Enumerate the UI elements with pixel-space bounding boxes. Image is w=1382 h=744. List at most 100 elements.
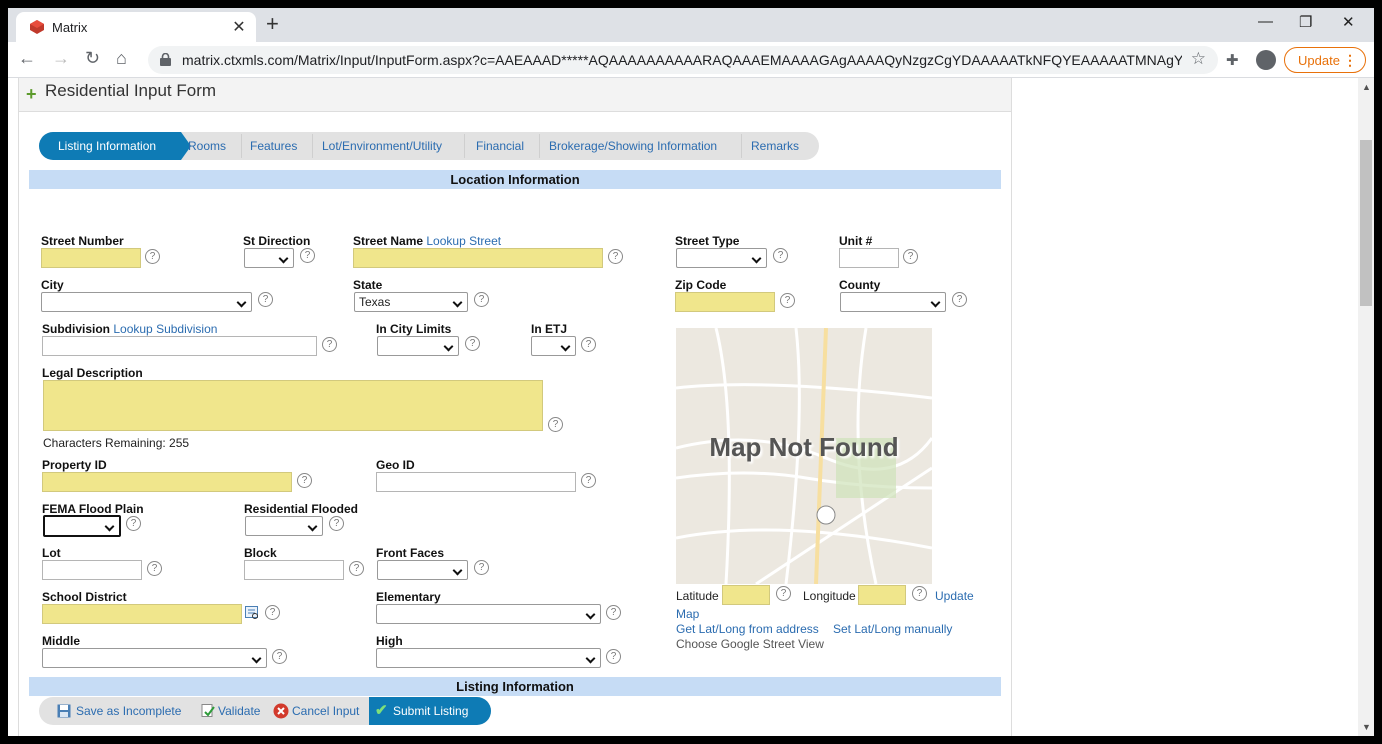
plus-icon: + [26,84,37,104]
county-select[interactable] [840,292,946,312]
map-placeholder: Map Not Found [676,328,932,584]
help-icon[interactable]: ? [903,249,918,264]
help-icon[interactable]: ? [329,516,344,531]
high-select[interactable] [376,648,601,668]
help-icon[interactable]: ? [145,249,160,264]
street-name-input[interactable] [353,248,603,268]
help-icon[interactable]: ? [474,560,489,575]
help-icon[interactable]: ? [265,605,280,620]
minimize-button[interactable]: — [1258,13,1273,30]
url-bar[interactable]: matrix.ctxmls.com/Matrix/Input/InputForm… [148,46,1218,74]
get-latlong-link[interactable]: Get Lat/Long from address [676,622,819,636]
restore-button[interactable]: ❐ [1299,13,1312,31]
location-information-header: Location Information [29,170,1001,189]
residential-flooded-select[interactable] [245,516,323,536]
help-icon[interactable]: ? [606,649,621,664]
back-arrow-icon[interactable]: ← [18,48,36,68]
help-icon[interactable]: ? [581,337,596,352]
latitude-label: Latitude [676,589,719,603]
bookmark-star-icon[interactable]: ☆ [1191,49,1206,69]
new-tab-button[interactable]: + [266,12,279,36]
help-icon[interactable]: ? [581,473,596,488]
help-icon[interactable]: ? [297,473,312,488]
help-icon[interactable]: ? [349,561,364,576]
step-features[interactable]: Features [250,139,297,153]
reload-icon[interactable]: ↻ [85,48,100,68]
street-number-input[interactable] [41,248,141,268]
step-rooms[interactable]: Rooms [188,139,226,153]
step-brokerage-showing[interactable]: Brokerage/Showing Information [549,139,717,153]
street-view-text[interactable]: Choose Google Street View [676,637,824,651]
street-type-select[interactable] [676,248,767,268]
close-window-button[interactable]: ✕ [1342,13,1355,31]
zip-code-input[interactable] [675,292,775,312]
update-map-link[interactable]: Update [935,589,974,603]
help-icon[interactable]: ? [606,605,621,620]
subdivision-label: Subdivision [42,322,111,336]
geo-id-input[interactable] [376,472,576,492]
legal-description-textarea[interactable] [43,380,543,431]
fema-flood-plain-select[interactable] [43,515,121,537]
st-direction-label: St Direction [243,234,311,248]
lookup-street-link[interactable]: Lookup Street [426,234,501,248]
lookup-list-icon[interactable] [245,606,259,620]
unit-input[interactable] [839,248,899,268]
update-label: Update [1298,53,1340,68]
step-listing-information[interactable]: Listing Information [58,139,156,153]
help-icon[interactable]: ? [126,516,141,531]
scroll-up-arrow-icon[interactable]: ▲ [1362,82,1371,92]
cancel-input-button[interactable]: Cancel Input [292,704,359,718]
step-lot-environment-utility[interactable]: Lot/Environment/Utility [322,139,442,153]
forward-arrow-icon[interactable]: → [52,48,70,68]
scroll-down-arrow-icon[interactable]: ▼ [1362,722,1371,732]
help-icon[interactable]: ? [300,248,315,263]
city-select[interactable] [41,292,252,312]
help-icon[interactable]: ? [780,293,795,308]
school-district-label: School District [42,590,127,604]
st-direction-select[interactable] [244,248,294,268]
help-icon[interactable]: ? [474,292,489,307]
help-icon[interactable]: ? [912,586,927,601]
help-icon[interactable]: ? [322,337,337,352]
page-scrollbar[interactable]: ▲ ▼ [1358,78,1374,736]
extensions-puzzle-icon[interactable]: ✚ [1226,51,1239,69]
front-faces-select[interactable] [377,560,468,580]
state-select[interactable]: Texas [354,292,468,312]
elementary-select[interactable] [376,604,601,624]
middle-select[interactable] [42,648,267,668]
block-input[interactable] [244,560,344,580]
help-icon[interactable]: ? [952,292,967,307]
set-latlong-link[interactable]: Set Lat/Long manually [833,622,952,636]
help-icon[interactable]: ? [608,249,623,264]
in-city-limits-label: In City Limits [376,322,452,336]
help-icon[interactable]: ? [465,336,480,351]
tab-close-icon[interactable]: ✕ [230,17,248,37]
submit-listing-button[interactable]: ✔ Submit Listing [369,697,491,725]
scrollbar-thumb[interactable] [1360,140,1372,306]
lookup-subdivision-link[interactable]: Lookup Subdivision [113,322,217,336]
step-financial[interactable]: Financial [476,139,524,153]
longitude-input[interactable] [858,585,906,605]
in-city-limits-select[interactable] [377,336,459,356]
property-id-input[interactable] [42,472,292,492]
school-district-input[interactable] [42,604,242,624]
help-icon[interactable]: ? [272,649,287,664]
lot-input[interactable] [42,560,142,580]
home-icon[interactable]: ⌂ [116,48,127,68]
lock-icon [160,53,171,66]
profile-avatar-icon[interactable] [1256,50,1276,70]
update-map-link-continued[interactable]: Map [676,607,699,621]
subdivision-input[interactable] [42,336,317,356]
help-icon[interactable]: ? [548,417,563,432]
validate-button[interactable]: Validate [218,704,260,718]
step-remarks[interactable]: Remarks [751,139,799,153]
update-button[interactable]: Update ⋮ [1284,47,1366,73]
help-icon[interactable]: ? [258,292,273,307]
browser-tab[interactable]: Matrix ✕ [16,12,256,42]
in-etj-select[interactable] [531,336,576,356]
help-icon[interactable]: ? [776,586,791,601]
save-as-incomplete-button[interactable]: Save as Incomplete [76,704,181,718]
help-icon[interactable]: ? [773,248,788,263]
help-icon[interactable]: ? [147,561,162,576]
latitude-input[interactable] [722,585,770,605]
